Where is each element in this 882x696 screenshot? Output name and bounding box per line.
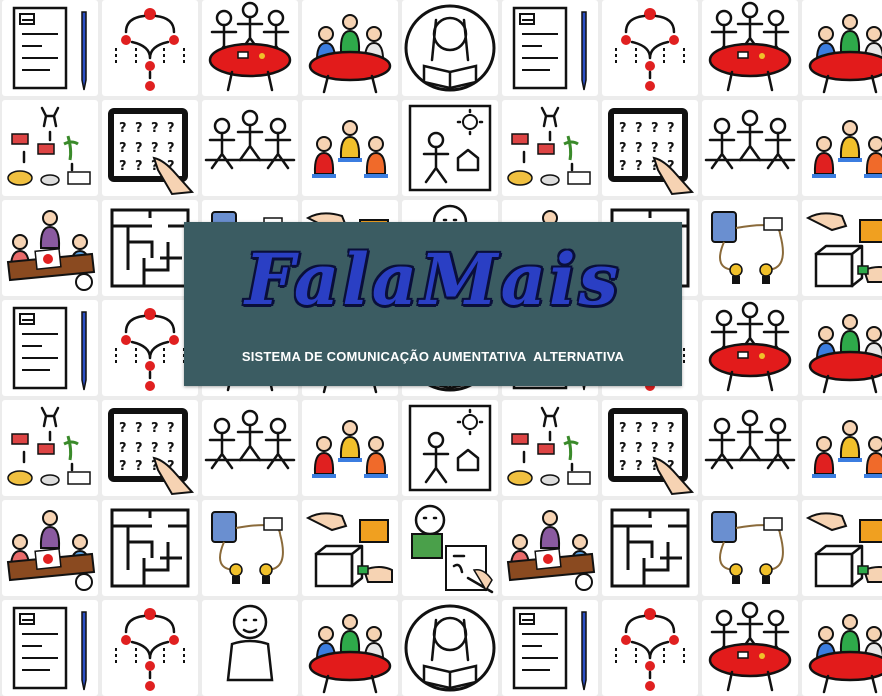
face-icon xyxy=(202,600,298,696)
food-chain-icon xyxy=(2,400,98,496)
circuit-icon xyxy=(202,500,298,596)
svg-text:?: ? xyxy=(135,159,143,174)
svg-text:?: ? xyxy=(667,421,675,436)
svg-text:?: ? xyxy=(619,421,627,436)
stick-figures-icon xyxy=(202,400,298,496)
svg-text:?: ? xyxy=(119,441,127,456)
drawing-icon xyxy=(402,100,498,196)
svg-text:?: ? xyxy=(119,159,127,174)
teacher-desk-icon xyxy=(2,200,98,296)
falamais-logo: FalaMais xyxy=(244,238,622,321)
svg-text:?: ? xyxy=(635,121,643,136)
hierarchy-icon xyxy=(102,0,198,96)
form-pen-icon xyxy=(502,0,598,96)
form-pen-icon xyxy=(2,600,98,696)
hands-box-icon xyxy=(302,500,398,596)
hands-box-icon xyxy=(802,500,882,596)
form-pen-icon xyxy=(2,0,98,96)
svg-text:?: ? xyxy=(667,121,675,136)
group-work-icon xyxy=(802,300,882,396)
drawing-icon xyxy=(402,400,498,496)
svg-text:?: ? xyxy=(135,141,143,156)
svg-text:?: ? xyxy=(167,141,175,156)
kids-sitting-icon xyxy=(302,400,398,496)
svg-text:?: ? xyxy=(135,421,143,436)
svg-text:?: ? xyxy=(635,421,643,436)
teacher-desk-icon xyxy=(502,500,598,596)
meeting-table-icon xyxy=(702,0,798,96)
kids-sitting-icon xyxy=(302,100,398,196)
stick-figures-icon xyxy=(702,400,798,496)
meeting-table-icon xyxy=(702,300,798,396)
svg-text:?: ? xyxy=(151,121,159,136)
form-pen-icon xyxy=(2,300,98,396)
svg-text:?: ? xyxy=(667,441,675,456)
tablet-quiz-icon: ???? ???? ???? xyxy=(102,400,198,496)
svg-text:?: ? xyxy=(651,121,659,136)
svg-text:?: ? xyxy=(135,459,143,474)
svg-text:?: ? xyxy=(635,459,643,474)
svg-text:?: ? xyxy=(635,441,643,456)
food-chain-icon xyxy=(502,100,598,196)
kids-sitting-icon xyxy=(802,400,882,496)
tablet-quiz-icon: ???? ???? ???? xyxy=(602,400,698,496)
svg-text:?: ? xyxy=(151,421,159,436)
group-work-icon xyxy=(802,0,882,96)
banner-subtitle: SISTEMA DE COMUNICAÇÃO AUMENTATIVA ALTER… xyxy=(241,349,625,364)
reading-child-icon xyxy=(402,0,498,96)
hierarchy-icon xyxy=(102,600,198,696)
form-pen-icon xyxy=(502,600,598,696)
svg-text:?: ? xyxy=(651,441,659,456)
svg-text:?: ? xyxy=(635,141,643,156)
group-work-icon xyxy=(802,600,882,696)
maze-icon xyxy=(602,500,698,596)
kids-sitting-icon xyxy=(802,100,882,196)
hierarchy-icon xyxy=(602,0,698,96)
svg-text:?: ? xyxy=(619,459,627,474)
teacher-desk-icon xyxy=(2,500,98,596)
food-chain-icon xyxy=(2,100,98,196)
circuit-icon xyxy=(702,500,798,596)
svg-text:?: ? xyxy=(119,421,127,436)
svg-text:?: ? xyxy=(151,141,159,156)
meeting-table-icon xyxy=(702,600,798,696)
svg-text:?: ? xyxy=(119,141,127,156)
svg-text:?: ? xyxy=(619,121,627,136)
meeting-table-icon xyxy=(202,0,298,96)
maze-icon xyxy=(102,500,198,596)
hierarchy-icon xyxy=(602,600,698,696)
food-chain-icon xyxy=(502,400,598,496)
svg-text:?: ? xyxy=(135,441,143,456)
hands-box-icon xyxy=(802,200,882,296)
svg-text:?: ? xyxy=(119,459,127,474)
svg-text:?: ? xyxy=(135,121,143,136)
brand-banner: FalaMais SISTEMA DE COMUNICAÇÃO AUMENTAT… xyxy=(184,222,682,386)
svg-text:?: ? xyxy=(651,421,659,436)
svg-text:?: ? xyxy=(119,121,127,136)
svg-text:?: ? xyxy=(619,159,627,174)
svg-text:?: ? xyxy=(167,441,175,456)
reading-writing-icon xyxy=(402,500,498,596)
svg-text:?: ? xyxy=(619,141,627,156)
group-work-icon xyxy=(302,0,398,96)
circuit-icon xyxy=(702,200,798,296)
svg-text:?: ? xyxy=(651,141,659,156)
reading-child-icon xyxy=(402,600,498,696)
svg-text:?: ? xyxy=(635,159,643,174)
stick-figures-icon xyxy=(702,100,798,196)
svg-text:?: ? xyxy=(167,121,175,136)
svg-text:?: ? xyxy=(619,441,627,456)
tablet-quiz-icon: ???? ???? ???? xyxy=(102,100,198,196)
group-work-icon xyxy=(302,600,398,696)
tablet-quiz-icon: ???? ???? ???? xyxy=(602,100,698,196)
svg-text:?: ? xyxy=(667,141,675,156)
stick-figures-icon xyxy=(202,100,298,196)
svg-text:?: ? xyxy=(167,421,175,436)
svg-text:?: ? xyxy=(151,441,159,456)
